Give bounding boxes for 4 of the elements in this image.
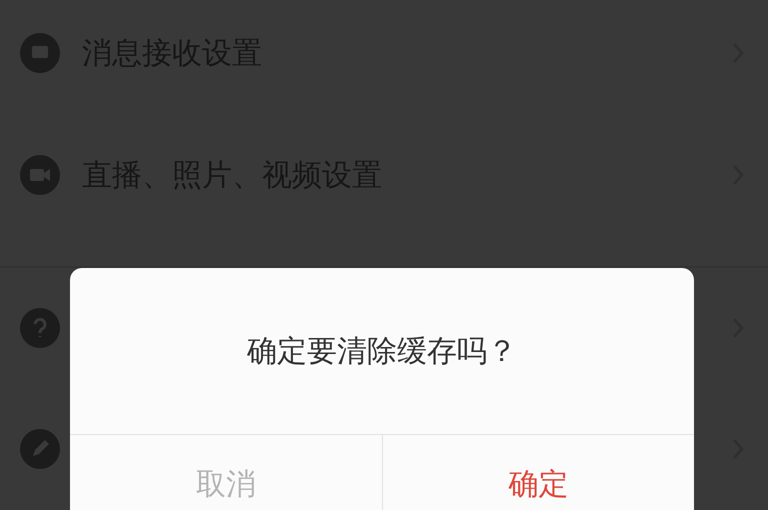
help-icon: [20, 308, 60, 348]
camera-icon: [20, 155, 60, 195]
message-icon: [20, 33, 60, 73]
pencil-icon: [20, 429, 60, 469]
